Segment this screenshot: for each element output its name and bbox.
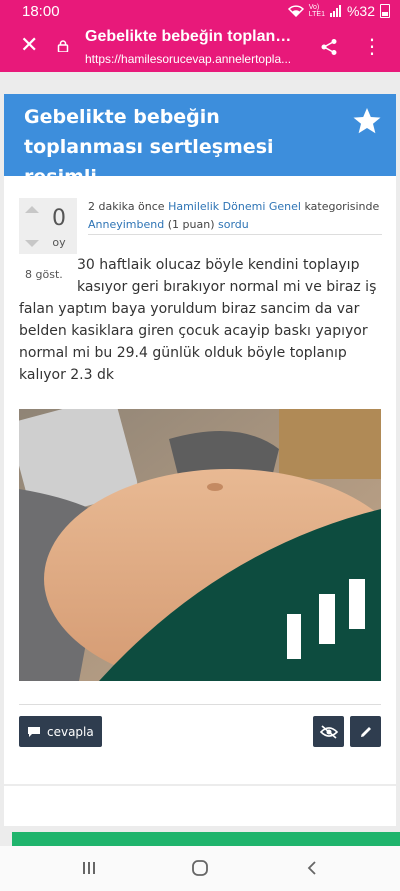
status-bar: 18:00 Vo) LTE1 %32 bbox=[0, 0, 400, 24]
eye-off-icon bbox=[319, 724, 338, 739]
browser-toolbar: ✕ Gebelikte bebeğin toplanma... https://… bbox=[0, 24, 400, 72]
question-text-rest: falan yaptım baya yoruldum biraz sancim … bbox=[19, 301, 368, 383]
question-card: Gebelikte bebeğin toplanması sertleşmesi… bbox=[4, 94, 396, 784]
meta-category-suffix: kategorisinde bbox=[304, 200, 380, 213]
star-icon[interactable] bbox=[352, 106, 382, 136]
battery-icon bbox=[380, 4, 390, 18]
vote-box: 0 oy bbox=[19, 198, 77, 254]
question-image[interactable] bbox=[19, 409, 381, 681]
lock-icon[interactable] bbox=[57, 40, 69, 52]
reply-label: cevapla bbox=[47, 724, 94, 739]
back-icon[interactable] bbox=[297, 856, 327, 880]
close-icon[interactable]: ✕ bbox=[20, 35, 38, 57]
comment-icon bbox=[28, 726, 40, 737]
green-banner bbox=[12, 832, 400, 846]
recent-apps-icon[interactable] bbox=[74, 856, 104, 880]
vote-up-icon[interactable] bbox=[25, 206, 39, 213]
page-url[interactable]: https://hamilesorucevap.annelertopla... bbox=[85, 52, 305, 66]
home-icon[interactable] bbox=[185, 856, 215, 880]
signal-icon bbox=[329, 5, 341, 17]
share-icon[interactable] bbox=[320, 38, 338, 56]
action-link[interactable]: sordu bbox=[218, 218, 249, 231]
view-count: 8 göst. bbox=[25, 268, 63, 281]
navigation-bar bbox=[0, 846, 400, 891]
question-meta: 2 dakika önce Hamilelik Dönemi Genel kat… bbox=[88, 198, 382, 235]
signal-text: Vo) LTE1 bbox=[308, 4, 325, 18]
answer-card bbox=[4, 786, 396, 826]
battery-percent: %32 bbox=[346, 3, 375, 19]
author-link[interactable]: Anneyimbend bbox=[88, 218, 164, 231]
question-title: Gebelikte bebeğin toplanması sertleşmesi… bbox=[24, 106, 274, 188]
vote-label: oy bbox=[52, 236, 66, 249]
question-header: Gebelikte bebeğin toplanması sertleşmesi… bbox=[4, 94, 396, 188]
vote-count: 0 bbox=[52, 206, 66, 231]
meta-time: 2 dakika önce bbox=[88, 200, 165, 213]
reply-button[interactable]: cevapla bbox=[19, 716, 102, 747]
photo-illustration bbox=[19, 409, 381, 681]
vote-down-icon[interactable] bbox=[25, 240, 39, 247]
divider bbox=[19, 704, 381, 705]
hide-button[interactable] bbox=[313, 716, 344, 747]
edit-button[interactable] bbox=[350, 716, 381, 747]
more-vert-icon[interactable]: ⋮ bbox=[362, 36, 382, 56]
category-link[interactable]: Hamilelik Dönemi Genel bbox=[168, 200, 301, 213]
author-points: (1 puan) bbox=[167, 218, 215, 231]
pencil-icon bbox=[360, 726, 371, 737]
status-time: 18:00 bbox=[22, 3, 60, 20]
question-text-first: 30 haftlaik olucaz böyle kendini toplayı… bbox=[77, 257, 377, 295]
status-icons: Vo) LTE1 %32 bbox=[287, 3, 390, 19]
wifi-icon bbox=[287, 5, 304, 17]
page-title: Gebelikte bebeğin toplanma... bbox=[85, 28, 305, 45]
